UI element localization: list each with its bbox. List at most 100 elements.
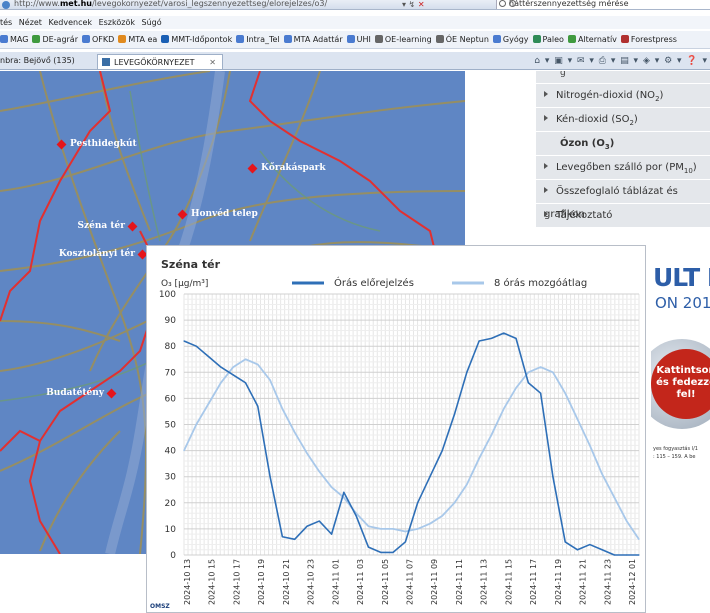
- favorite-label: UHI: [356, 35, 371, 44]
- favorite-link[interactable]: MMT-Időpontok: [161, 31, 233, 48]
- search-icon: [499, 0, 506, 7]
- data-point-hourly: [576, 549, 579, 551]
- ad-title: ULT ME: [653, 263, 710, 292]
- favorite-link[interactable]: Gyógy: [492, 31, 529, 48]
- favorite-icon: [374, 35, 383, 43]
- favorite-link[interactable]: Intra_Tel: [236, 31, 280, 48]
- nav-item[interactable]: Kén-dioxid (SO2): [536, 108, 710, 132]
- data-point-8h-average: [404, 530, 406, 533]
- favorite-link[interactable]: ÓE Neptun: [435, 31, 489, 48]
- x-tick-label: 2024-11 11: [455, 559, 464, 605]
- favorite-icon: [346, 35, 355, 43]
- menu-item-tools[interactable]: Eszközök: [99, 16, 135, 29]
- data-point-8h-average: [503, 408, 505, 410]
- tab-active[interactable]: LEVEGŐKÖRNYEZET ✕: [97, 54, 223, 69]
- favorite-label: MTA Adattár: [293, 35, 343, 44]
- favorite-icon: [620, 35, 629, 43]
- data-point-8h-average: [392, 528, 394, 530]
- nav-item-suffix: ): [609, 138, 615, 149]
- station-label[interactable]: Kőrakáspark: [261, 163, 326, 173]
- data-point-hourly: [564, 541, 566, 543]
- data-point-hourly: [232, 374, 234, 376]
- data-point-8h-average: [220, 382, 222, 384]
- favorite-link[interactable]: UHI: [346, 31, 371, 48]
- data-point-8h-average: [466, 483, 468, 486]
- menu-item-favorites[interactable]: Kedvencek: [49, 16, 93, 29]
- nav-item-subscript: 10: [683, 167, 693, 175]
- favorites-bar: MAG DE-agrár OFKD MTA ea MMT-Időpontok Intra_…: [0, 31, 710, 49]
- nav-item[interactable]: Levegőben szálló por (PM10): [536, 156, 710, 180]
- favorite-link[interactable]: MAG: [0, 31, 29, 48]
- nav-item-partial[interactable]: g: [536, 71, 710, 84]
- station-label[interactable]: Kosztolányi tér: [59, 249, 135, 259]
- search-go-icon[interactable]: [509, 0, 516, 7]
- nav-item[interactable]: Összefoglaló táblázat és grafikon: [536, 180, 710, 220]
- data-point-hourly: [503, 332, 505, 334]
- favorite-label: Forestpress: [630, 35, 677, 44]
- favorite-link[interactable]: MTA Adattár: [283, 31, 343, 48]
- favorite-label: DE-agrár: [42, 35, 78, 44]
- favorite-icon: [532, 35, 541, 43]
- arrow-right-icon: [544, 211, 548, 217]
- command-bar-icons[interactable]: ⌂ ▾ ▣ ▾ ✉ ▾ ⎙ ▾ ▤ ▾ ◈ ▾ ⚙ ▾ ❓ ▾: [534, 52, 708, 69]
- search-input[interactable]: háttérszennyezettség mérése: [496, 0, 710, 9]
- nav-item-label: Nitrogén-dioxid (NO: [556, 90, 656, 101]
- station-label[interactable]: Honvéd telep: [191, 209, 258, 219]
- url-field[interactable]: http://www.met.hu/levegokornyezet/varosi…: [14, 0, 327, 8]
- x-tick-label: 2024-10 13: [183, 559, 192, 605]
- ozone-chart: 0 10 20 30 40 50 60 70 80 90 100 2024-10 13 2024-10 …: [159, 258, 640, 605]
- ad-year: ON 2012: [655, 294, 710, 312]
- address-bar[interactable]: http://www.met.hu/levegokornyezet/varosi…: [0, 0, 710, 10]
- station-label[interactable]: Budatétény: [46, 388, 104, 398]
- ad-fineprint-2: : 115 – 159. A be: [653, 454, 696, 460]
- y-tick-label: 10: [165, 525, 177, 535]
- data-point-hourly: [490, 337, 493, 339]
- stop-icon[interactable]: ✕: [418, 0, 425, 9]
- data-point-hourly: [429, 476, 431, 478]
- advertisement-banner[interactable]: ULT ME ON 2012 Kattintson és fedezze fel…: [651, 249, 710, 479]
- favorite-icon: [161, 35, 170, 43]
- data-point-8h-average: [257, 363, 259, 366]
- y-tick-label: 100: [159, 290, 176, 300]
- arrow-right-icon: [544, 187, 548, 193]
- tab-active-label: LEVEGŐKÖRNYEZET: [114, 58, 195, 67]
- favorite-link[interactable]: OE-learning: [374, 31, 432, 48]
- data-point-hourly: [478, 340, 480, 342]
- nav-item[interactable]: Nitrogén-dioxid (NO2): [536, 84, 710, 108]
- favorite-link[interactable]: DE-agrár: [32, 31, 78, 48]
- nav-item[interactable]: Tájékoztató: [536, 204, 710, 228]
- station-label[interactable]: Széna tér: [78, 221, 125, 231]
- arrow-right-icon: [544, 91, 548, 97]
- data-point-hourly: [380, 551, 382, 553]
- data-point-8h-average: [306, 452, 308, 454]
- station-label[interactable]: Pesthidegkút: [70, 139, 137, 149]
- favorite-link[interactable]: MTA ea: [118, 31, 157, 48]
- y-tick-label: 40: [165, 447, 177, 457]
- forecast-chart-popup: 0 10 20 30 40 50 60 70 80 90 100 2024-10 13 2024-10 …: [146, 245, 646, 613]
- address-controls[interactable]: ▾ ↯ ✕: [402, 0, 425, 9]
- favorite-label: MAG: [10, 35, 29, 44]
- data-point-8h-average: [294, 431, 296, 433]
- legend-label: 8 órás mozgóátlag: [494, 277, 587, 289]
- favorite-label: MMT-Időpontok: [171, 35, 233, 44]
- favorite-link[interactable]: Forestpress: [620, 31, 677, 48]
- close-tab-icon[interactable]: ✕: [209, 55, 216, 69]
- y-tick-label: 90: [165, 316, 177, 326]
- favorite-link[interactable]: OFKD: [82, 31, 114, 48]
- refresh-icon[interactable]: ▾ ↯: [402, 0, 415, 9]
- menu-item-help[interactable]: Súgó: [142, 16, 162, 29]
- menu-item-edit[interactable]: tés: [0, 16, 12, 29]
- nav-item[interactable]: Ózon (O3): [536, 132, 710, 156]
- data-point-hourly: [527, 382, 529, 384]
- data-point-hourly: [453, 413, 456, 415]
- menu-item-view[interactable]: Nézet: [19, 16, 42, 29]
- data-point-8h-average: [244, 358, 247, 360]
- x-tick-label: 2024-10 21: [282, 559, 291, 605]
- search-value: háttérszennyezettség mérése: [509, 0, 629, 8]
- tab-inbox[interactable]: nbra: Bejövő (135): [0, 52, 81, 69]
- data-point-hourly: [552, 476, 554, 478]
- favorite-link[interactable]: Alternatív: [567, 31, 617, 48]
- favorite-link[interactable]: Paleo: [532, 31, 564, 48]
- x-tick-label: 2024-11 01: [331, 559, 340, 605]
- nav-item-label: Tájékoztató: [556, 210, 613, 221]
